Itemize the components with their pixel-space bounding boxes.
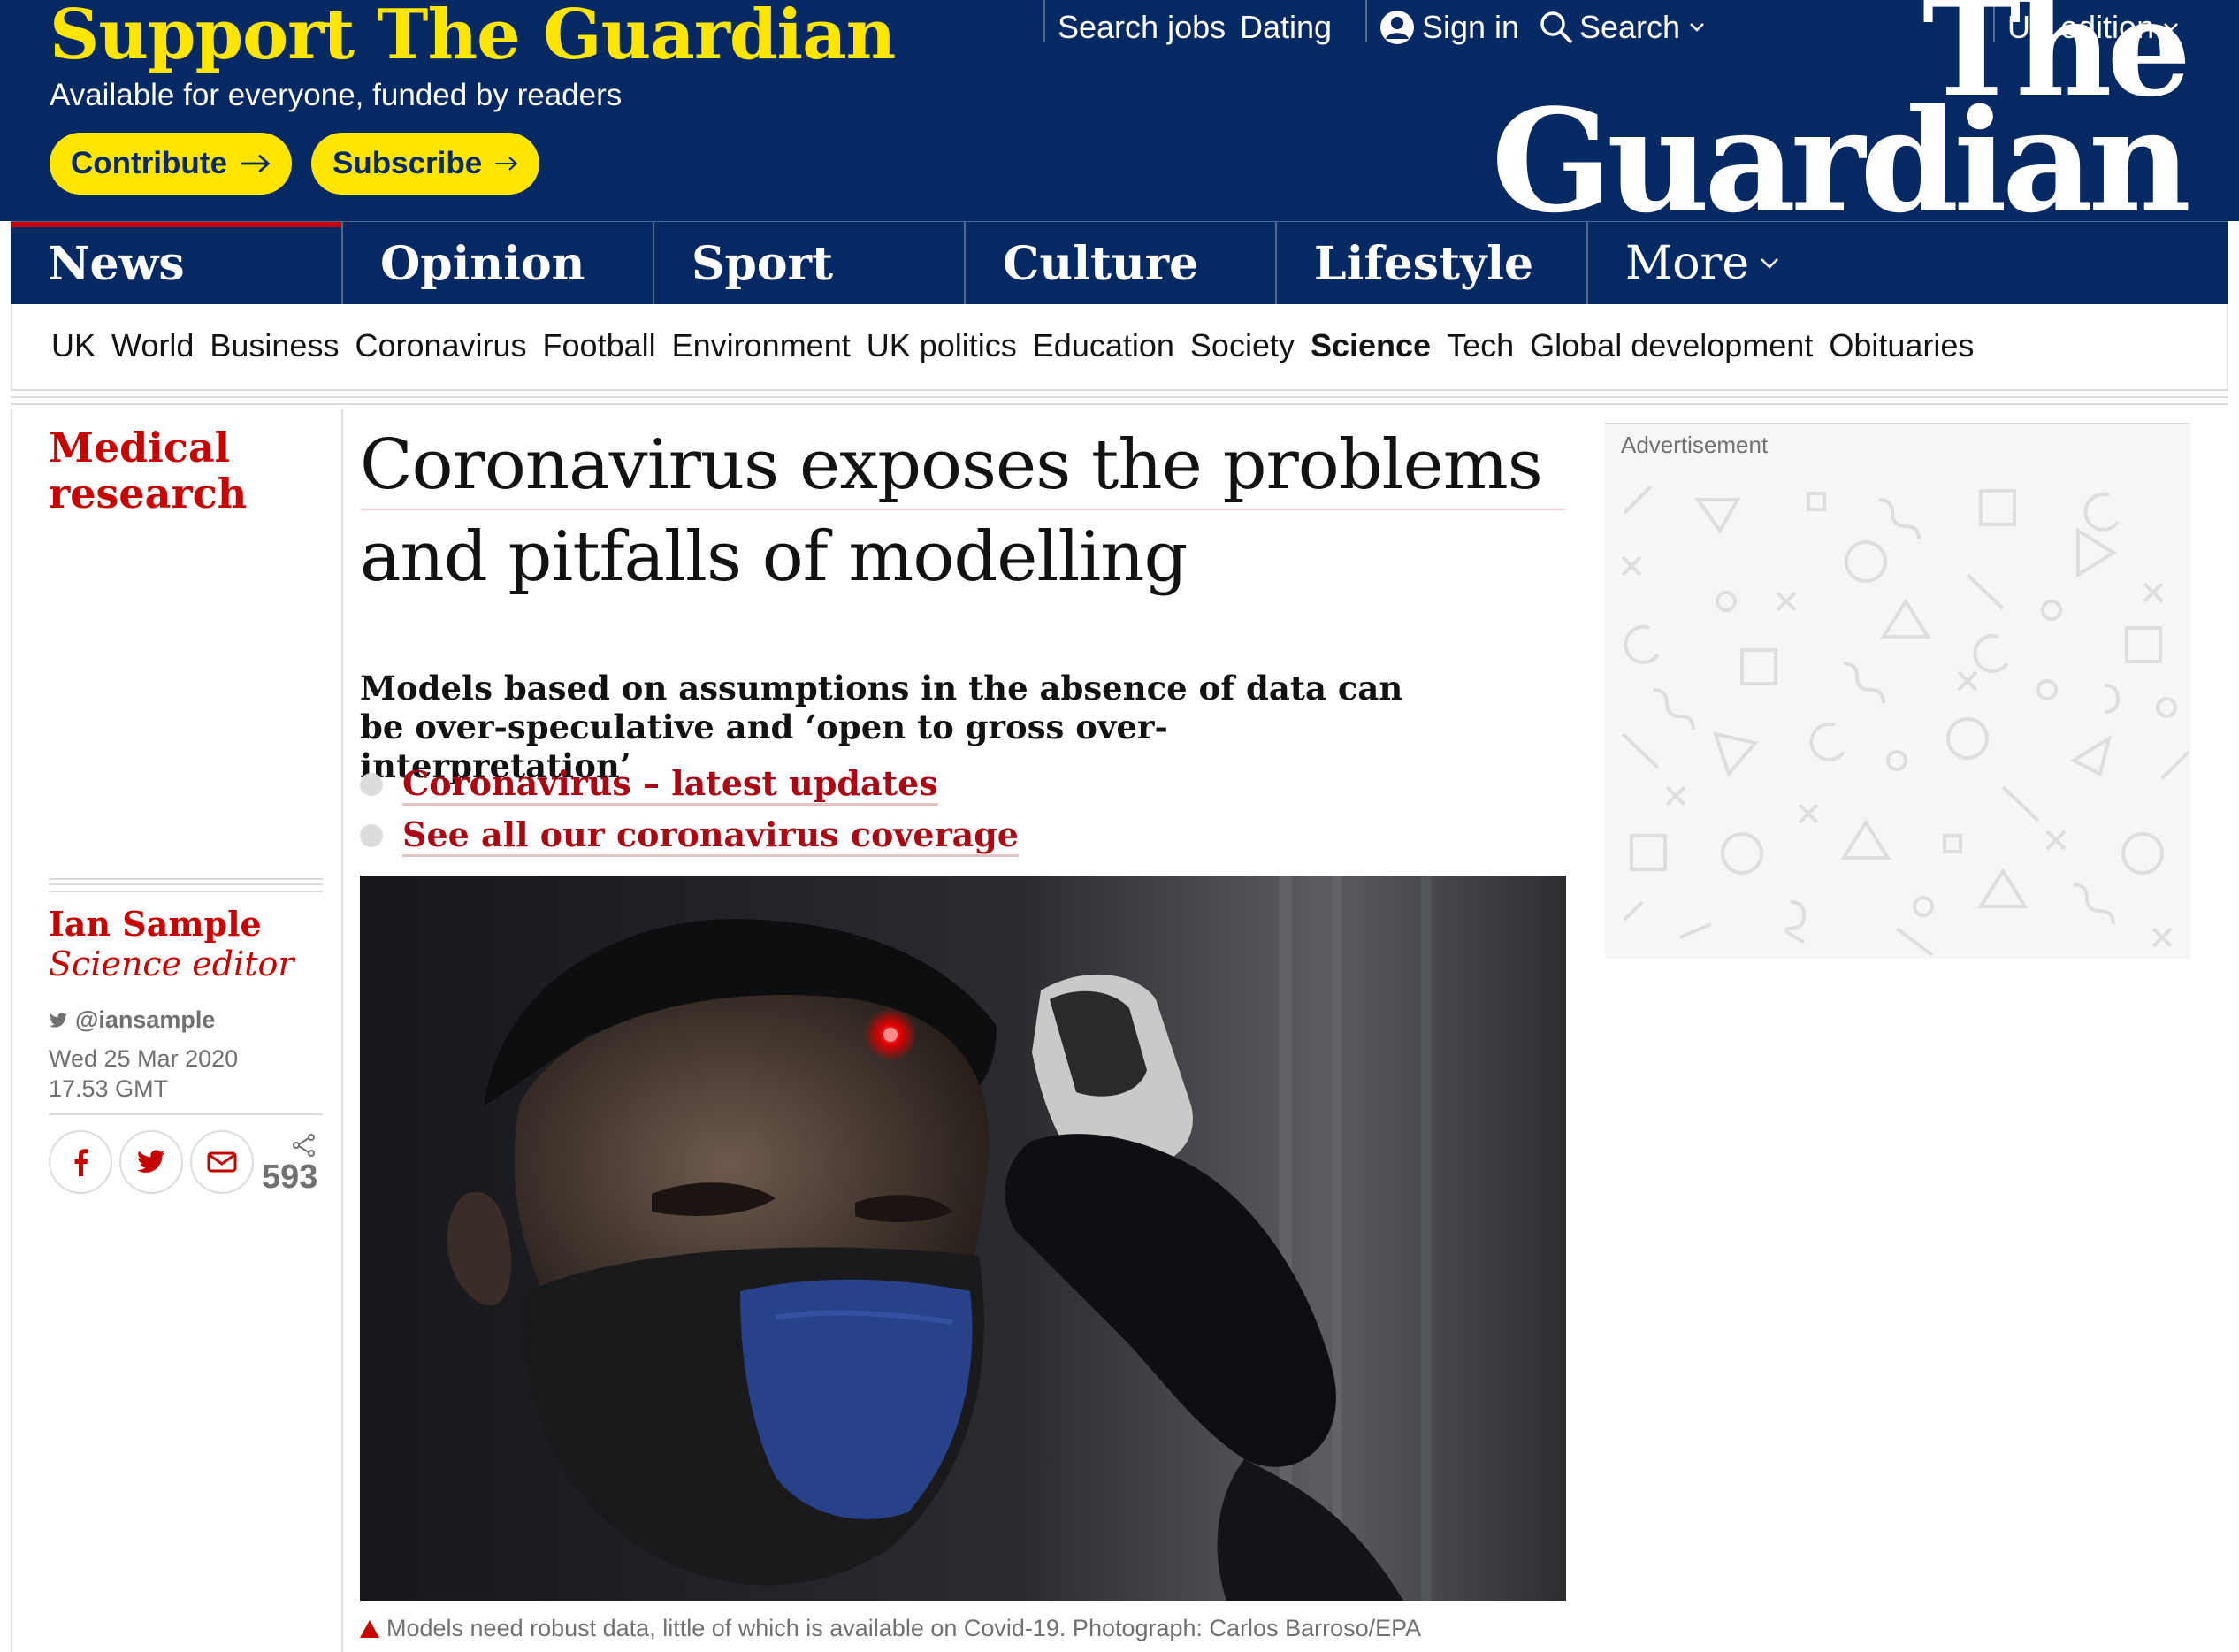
- twitter-icon: [137, 1150, 165, 1173]
- nav-sport[interactable]: Sport: [653, 222, 964, 305]
- subnav-item-world[interactable]: World: [111, 327, 194, 364]
- share-twitter-button[interactable]: [119, 1130, 183, 1194]
- author-twitter[interactable]: @iansample: [49, 1006, 215, 1034]
- date-line: Wed 25 Mar 2020: [49, 1045, 239, 1072]
- nav-news[interactable]: News: [11, 222, 343, 305]
- logo-line-2: Guardian: [1491, 78, 2191, 244]
- arrow-right-icon: [241, 154, 271, 173]
- subnav-item-education[interactable]: Education: [1033, 327, 1174, 364]
- subnav-item-environment[interactable]: Environment: [672, 327, 851, 364]
- hero-photo: [360, 876, 1566, 1601]
- divider: [341, 409, 343, 1652]
- subnav-item-obituaries[interactable]: Obituaries: [1829, 327, 1974, 364]
- link-coverage[interactable]: See all our coronavirus coverage: [360, 814, 1019, 858]
- caption-triangle-icon: [360, 1619, 379, 1638]
- divider: [1365, 0, 1367, 42]
- link-latest-updates-label: Coronavirus – latest updates: [402, 763, 938, 806]
- subnav-item-science[interactable]: Science: [1311, 327, 1431, 364]
- divider: [11, 396, 2228, 398]
- subscribe-button[interactable]: Subscribe: [311, 133, 539, 195]
- advertisement-slot[interactable]: Advertisement: [1605, 423, 2190, 959]
- article-headline: Coronavirus exposes the problems and pit…: [360, 425, 1543, 597]
- subnav-item-business[interactable]: Business: [210, 327, 339, 364]
- nav-more-label: More: [1625, 237, 1750, 290]
- support-subtitle: Available for everyone, funded by reader…: [50, 78, 623, 112]
- subnav-item-society[interactable]: Society: [1190, 327, 1295, 364]
- nav-lifestyle[interactable]: Lifestyle: [1275, 222, 1586, 305]
- pillar-nav: News Opinion Sport Culture Lifestyle Mor…: [11, 221, 2228, 305]
- dating-link[interactable]: Dating: [1240, 0, 1332, 55]
- publication-date: Wed 25 Mar 2020 17.53 GMT: [49, 1044, 238, 1104]
- bullet-dot: [360, 773, 383, 796]
- time-line: 17.53 GMT: [49, 1075, 169, 1102]
- arrow-right-icon: [495, 157, 518, 171]
- sub-nav-items: UK World Business Coronavirus Football Enviro…: [51, 327, 1990, 364]
- divider: [11, 403, 2228, 405]
- bullet-dot: [360, 824, 383, 847]
- support-title: Support The Guardian: [50, 0, 896, 75]
- divider: [1043, 0, 1045, 42]
- author-role: Science editor: [49, 945, 294, 983]
- nav-opinion[interactable]: Opinion: [341, 222, 653, 305]
- subnav-item-global-development[interactable]: Global development: [1530, 327, 1813, 364]
- divider: [49, 1113, 323, 1115]
- section-label[interactable]: Medical research: [49, 424, 332, 516]
- share-count: 593: [262, 1159, 318, 1196]
- subnav-item-football[interactable]: Football: [543, 327, 656, 364]
- image-caption: Models need robust data, little of which…: [360, 1615, 1421, 1642]
- hero-image[interactable]: [360, 876, 1566, 1601]
- share-email-button[interactable]: [190, 1130, 254, 1194]
- masthead: Support The Guardian Available for every…: [0, 0, 2239, 244]
- divider: [11, 409, 12, 1652]
- divider: [49, 878, 323, 892]
- profile-icon: [1380, 11, 1414, 44]
- ad-pattern: [1621, 485, 2190, 957]
- image-caption-text: Models need robust data, little of which…: [386, 1615, 1422, 1641]
- share-facebook-button[interactable]: [49, 1130, 112, 1194]
- link-coverage-label: See all our coronavirus coverage: [402, 815, 1019, 857]
- facebook-icon: [74, 1149, 88, 1176]
- sub-nav: UK World Business Coronavirus Football Enviro…: [11, 304, 2228, 389]
- subnav-item-tech[interactable]: Tech: [1447, 327, 1514, 364]
- contribute-button[interactable]: Contribute: [50, 133, 292, 195]
- chevron-down-icon: [1761, 258, 1779, 269]
- divider: [11, 389, 2228, 391]
- email-icon: [207, 1151, 237, 1173]
- subscribe-label: Subscribe: [332, 146, 483, 180]
- subnav-item-uk-politics[interactable]: UK politics: [867, 327, 1017, 364]
- nav-culture[interactable]: Culture: [964, 222, 1275, 305]
- nav-more[interactable]: More: [1586, 222, 1852, 305]
- link-latest-updates[interactable]: Coronavirus – latest updates: [360, 762, 938, 807]
- twitter-icon: [49, 1012, 67, 1028]
- author-name[interactable]: Ian Sample: [49, 904, 262, 944]
- share-icon: [293, 1134, 315, 1157]
- contribute-label: Contribute: [71, 146, 227, 180]
- subnav-item-coronavirus[interactable]: Coronavirus: [355, 327, 526, 364]
- guardian-logo[interactable]: The Guardian: [1491, 0, 2191, 244]
- twitter-handle: @iansample: [75, 1006, 216, 1033]
- search-jobs-link[interactable]: Search jobs: [1058, 0, 1226, 55]
- subnav-item-uk[interactable]: UK: [51, 327, 96, 364]
